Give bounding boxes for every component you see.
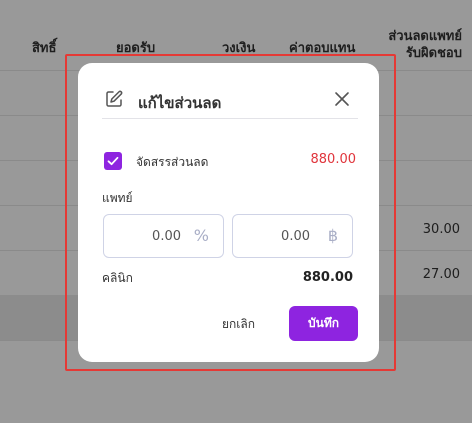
dialog-header: แก้ไขส่วนลด <box>102 87 358 119</box>
allocate-discount-row: จัดสรรส่วนลด 880.00 <box>104 151 356 171</box>
doctor-baht-value: 0.00 <box>281 229 310 244</box>
clinic-label: คลินิก <box>102 271 133 285</box>
baht-icon: ฿ <box>327 226 338 245</box>
doctor-percent-input[interactable]: 0.00 % <box>103 214 224 258</box>
allocate-discount-amount: 880.00 <box>310 152 357 167</box>
allocate-discount-checkbox[interactable] <box>104 152 122 170</box>
dialog-title: แก้ไขส่วนลด <box>138 94 222 112</box>
cancel-button[interactable]: ยกเลิก <box>222 315 255 334</box>
doctor-percent-value: 0.00 <box>152 229 181 244</box>
checkmark-icon <box>107 156 119 166</box>
edit-icon <box>106 90 123 107</box>
percent-icon: % <box>193 226 209 245</box>
close-icon[interactable] <box>334 91 350 107</box>
edit-discount-dialog: แก้ไขส่วนลด จัดสรรส่วนลด 880.00 แพทย์ 0.… <box>78 63 379 362</box>
clinic-amount: 880.00 <box>302 270 353 285</box>
allocate-discount-label: จัดสรรส่วนลด <box>136 155 209 169</box>
doctor-baht-input[interactable]: 0.00 ฿ <box>232 214 353 258</box>
save-button[interactable]: บันทึก <box>289 306 358 341</box>
doctor-label: แพทย์ <box>102 191 133 205</box>
